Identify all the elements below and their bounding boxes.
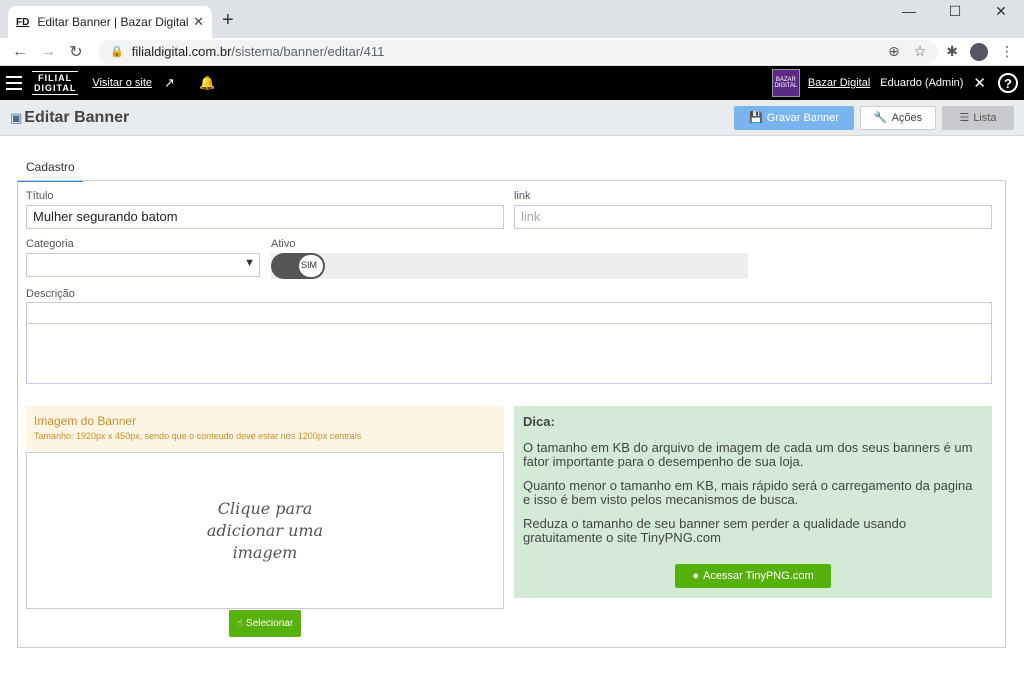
logout-close-icon[interactable]: ✕ [973,74,986,92]
install-icon[interactable]: ⊕ [888,43,900,60]
description-editor[interactable] [26,324,992,384]
browser-tab[interactable]: FD Editar Banner | Bazar Digital ✕ [8,6,212,38]
tip-box: Dica: O tamanho em KB do arquivo de imag… [514,406,992,598]
tab-cadastro[interactable]: Cadastro [18,160,83,182]
actions-button[interactable]: 🔧 Ações [860,105,936,130]
bookmark-star-icon[interactable]: ☆ [914,43,927,60]
url-input[interactable]: 🔒 filialdigital.com.br/sistema/banner/ed… [98,39,939,64]
active-label: Ativo [271,238,296,250]
bell-icon[interactable]: 🔔 [199,75,215,91]
url-domain: filialdigital.com.br [131,44,232,59]
document-image-icon: ▣ [10,109,23,125]
store-logo[interactable]: BAZAR DIGITAL [771,69,800,97]
back-icon[interactable]: ← [6,43,34,61]
forward-icon[interactable]: → [34,43,62,61]
visit-site-link[interactable]: Visitar o site [92,77,152,89]
description-label: Descrição [26,288,75,300]
tip-paragraph-1: O tamanho em KB do arquivo de imagem de … [523,440,973,469]
tip-title: Dica: [523,414,555,429]
tinypng-button[interactable]: ● Acessar TinyPNG.com [675,564,831,588]
browser-tabstrip: FD Editar Banner | Bazar Digital ✕ + — ☐… [0,0,1024,38]
minimize-icon[interactable]: — [886,0,932,22]
browser-menu-icon[interactable]: ⋮ [1000,43,1014,60]
active-toggle-row: SIM [271,253,748,279]
chevron-down-icon: ▼ [244,257,255,269]
wrench-icon: 🔧 [873,112,888,124]
banner-image-size-hint: Tamanho: 1920px x 450px, sendo que o con… [34,431,362,441]
maximize-icon[interactable]: ☐ [932,0,978,22]
list-button[interactable]: ☰ Lista [942,105,1014,130]
profile-avatar[interactable] [970,42,988,61]
tab-title: Editar Banner | Bazar Digital [37,15,189,29]
help-icon[interactable]: ? [998,73,1018,93]
store-name-link[interactable]: Bazar Digital [808,77,870,89]
reload-icon[interactable]: ↻ [62,42,90,62]
new-tab-icon[interactable]: + [222,9,234,32]
banner-image-heading: Imagem do Banner [34,414,137,428]
url-path: /sistema/banner/editar/411 [231,44,385,59]
tip-paragraph-2: Quanto menor o tamanho em KB, mais rápid… [523,478,973,507]
toggle-text: SIM [301,260,318,270]
save-banner-button[interactable]: 💾 Gravar Banner [734,105,854,130]
floppy-disk-icon: 💾 [749,112,763,124]
title-label: Título [26,190,54,202]
filial-digital-logo[interactable]: FILIAL DIGITAL [32,71,79,95]
dropzone-text: Clique para adicionar uma imagem [206,498,324,562]
extensions-puzzle-icon[interactable]: ✱ [946,43,958,60]
app-header: FILIAL DIGITAL Visitar o site ↗ 🔔 BAZAR … [0,66,1024,100]
lock-icon[interactable]: 🔒 [110,45,124,58]
category-select[interactable]: ▼ [26,253,260,277]
image-dropzone[interactable]: Clique para adicionar uma imagem [26,452,504,609]
hamburger-menu-icon[interactable] [6,76,22,90]
hand-pointer-icon: ☝ [236,618,243,629]
link-label: link [514,190,531,202]
page-titlebar: ▣ Editar Banner 💾 Gravar Banner 🔧 Ações … [0,100,1024,136]
link-input[interactable]: link [514,205,992,229]
title-input[interactable]: Mulher segurando batom [26,205,504,229]
tinypng-icon: ● [692,570,699,582]
user-name: Eduardo (Admin) [880,77,964,89]
select-image-button[interactable]: ☝ Selecionar [229,610,301,637]
banner-image-header: Imagem do Banner Tamanho: 1920px x 450px… [26,406,504,451]
external-link-icon[interactable]: ↗ [164,75,175,91]
address-bar: ← → ↻ 🔒 filialdigital.com.br/sistema/ban… [0,38,1024,66]
list-icon: ☰ [959,112,970,124]
category-label: Categoria [26,238,74,250]
form-panel: Título Mulher segurando batom link link … [17,180,1006,648]
tip-paragraph-3: Reduza o tamanho de seu banner sem perde… [523,516,907,545]
page-title: Editar Banner [24,108,130,126]
close-window-icon[interactable]: ✕ [978,0,1024,22]
tab-favicon: FD [16,16,30,28]
window-controls: — ☐ ✕ [886,0,1024,22]
active-toggle[interactable]: SIM [271,253,325,279]
close-tab-icon[interactable]: ✕ [193,14,204,30]
description-toolbar[interactable] [26,302,992,324]
